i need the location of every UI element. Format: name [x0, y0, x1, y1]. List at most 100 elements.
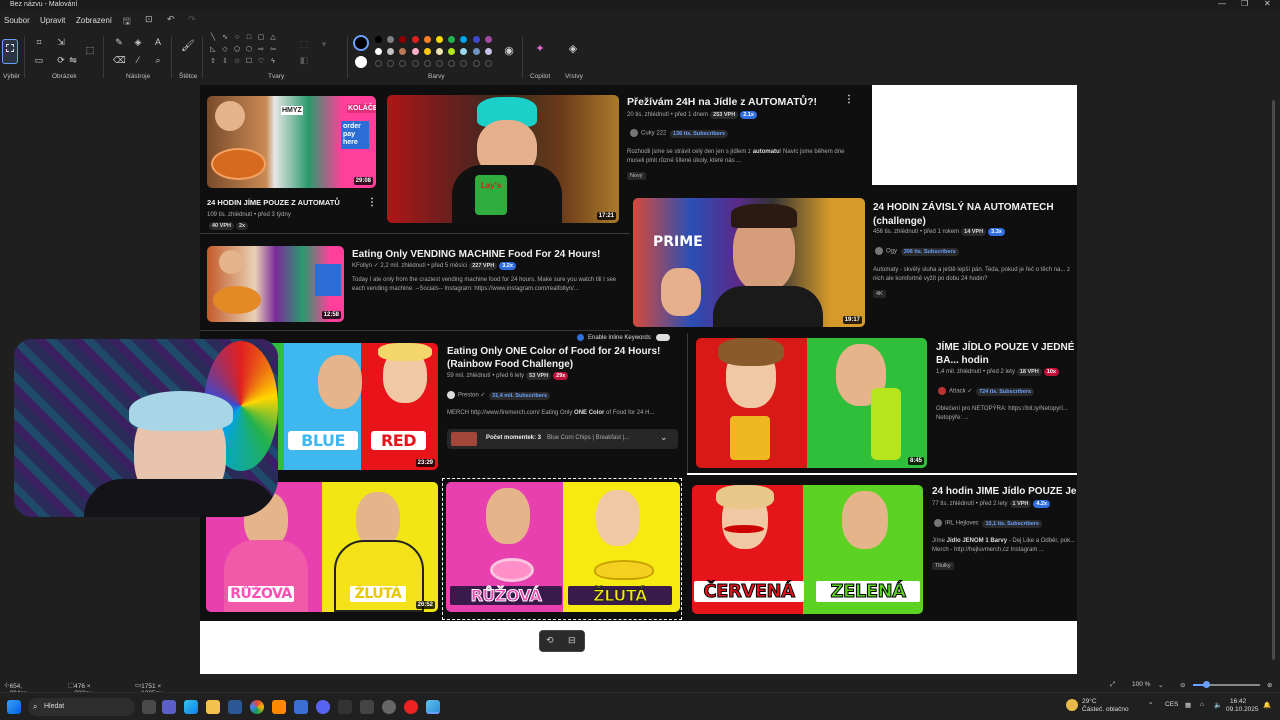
discord-icon[interactable]: [316, 700, 330, 714]
color-swatch[interactable]: [436, 48, 443, 55]
video-title[interactable]: JÍME JÍDLO POUZE V JEDNÉ BA... hodin: [936, 341, 1077, 367]
copilot-icon[interactable]: ✦: [534, 43, 546, 55]
video-title[interactable]: 24 hodin JÍME Jídlo POUZE Jedn...: [932, 486, 1077, 497]
clock-date[interactable]: 09.10.2025: [1226, 706, 1259, 713]
color-swatch[interactable]: [387, 48, 395, 55]
pentagon-shape-icon[interactable]: ⬠: [233, 46, 241, 54]
fill-icon[interactable]: ◈: [132, 36, 144, 48]
custom-color-slot[interactable]: [436, 60, 443, 67]
line-shape-icon[interactable]: ╲: [209, 34, 217, 42]
image-options-icon[interactable]: ⊟: [568, 635, 576, 646]
more-icon[interactable]: ⋮: [367, 197, 377, 208]
rotate-icon[interactable]: ⟳: [55, 54, 67, 66]
color-swatch[interactable]: [411, 48, 419, 55]
shape-dropdown-icon[interactable]: ▾: [318, 38, 330, 50]
color-swatch[interactable]: [460, 48, 468, 55]
custom-color-slot[interactable]: [375, 60, 382, 67]
custom-color-slot[interactable]: [411, 60, 419, 67]
custom-color-slot[interactable]: [399, 60, 407, 67]
color-swatch[interactable]: [484, 36, 492, 43]
rectangle-shape-icon[interactable]: □: [245, 34, 253, 42]
shield-icon[interactable]: [294, 700, 308, 714]
video-thumbnail[interactable]: HMYZ KOLÁČE order pay here 29:08: [207, 96, 376, 188]
color-swatch[interactable]: [399, 36, 407, 43]
custom-color-slot[interactable]: [423, 60, 431, 67]
custom-color-slot[interactable]: [448, 60, 456, 67]
lightning-shape-icon[interactable]: ϟ: [269, 58, 277, 66]
search-box[interactable]: ⌕ Hledat: [28, 698, 135, 716]
color-swatch[interactable]: [436, 36, 443, 43]
store-icon[interactable]: [228, 700, 242, 714]
zoom-level[interactable]: 100 %: [1132, 681, 1150, 688]
video-thumbnail[interactable]: 8:45: [696, 338, 927, 468]
video-title[interactable]: Eating Only ONE Color of Food for 24 Hou…: [447, 345, 677, 371]
eraser-icon[interactable]: ⌫: [113, 54, 126, 66]
terminal-icon[interactable]: [338, 700, 352, 714]
right-triangle-icon[interactable]: ◺: [209, 46, 217, 54]
color-swatch[interactable]: [472, 36, 480, 43]
menu-edit[interactable]: Upravit: [40, 16, 65, 25]
volume-icon[interactable]: 🔈: [1214, 701, 1222, 709]
paint-icon[interactable]: [426, 700, 440, 714]
task-view-icon[interactable]: [142, 700, 156, 714]
color-swatch[interactable]: [399, 48, 407, 55]
edit-colors-icon[interactable]: ◉: [503, 45, 515, 57]
resize-icon[interactable]: ⇲: [55, 36, 67, 48]
teams-icon[interactable]: [162, 700, 176, 714]
video-title[interactable]: Eating Only VENDING MACHINE Food For 24 …: [352, 249, 600, 260]
maximize-button[interactable]: ❐: [1241, 0, 1248, 8]
fit-icon[interactable]: ⤢: [1110, 681, 1115, 689]
shapes-gallery[interactable]: ╲ ∿ ○ □ ▢ △ ◺ ◇ ⬠ ⬡ ⇨ ⇦ ⇧ ⇩ ☆ ☐ ♡ ϟ: [209, 34, 289, 70]
magnifier-icon[interactable]: ⌕: [152, 54, 164, 66]
chevron-up-icon[interactable]: ⌃: [1148, 701, 1153, 709]
image-select-icon[interactable]: ⬚: [84, 44, 96, 56]
callout-shape-icon[interactable]: ☐: [245, 58, 253, 66]
color-palette[interactable]: [375, 36, 500, 72]
color-swatch[interactable]: [375, 36, 382, 43]
color-swatch[interactable]: [423, 48, 431, 55]
zoom-in-icon[interactable]: ⊕: [1267, 681, 1272, 689]
app-tray-icon[interactable]: ▦: [1185, 701, 1191, 709]
color-swatch[interactable]: [472, 48, 480, 55]
crop-icon[interactable]: ⌗: [33, 36, 45, 48]
app-icon[interactable]: [360, 700, 374, 714]
channel-info[interactable]: Ogy 306 tis. Subscribers: [875, 247, 959, 256]
diamond-shape-icon[interactable]: ◇: [221, 46, 229, 54]
color-swatch[interactable]: [375, 48, 382, 55]
close-button[interactable]: ✕: [1264, 0, 1271, 8]
hexagon-shape-icon[interactable]: ⬡: [245, 46, 253, 54]
zoom-slider[interactable]: [1193, 681, 1260, 688]
video-thumbnail[interactable]: ČERVENÁ ZELENÁ: [692, 485, 923, 614]
background-icon[interactable]: ▭: [33, 54, 45, 66]
custom-color-slot[interactable]: [460, 60, 468, 67]
key-moments[interactable]: Počet momentek: 3 Blue Corn Chips | Brea…: [447, 429, 678, 449]
chevron-down-icon[interactable]: ⌄: [1158, 681, 1163, 689]
video-title[interactable]: 24 HODIN ZÁVISLÝ NA AUTOMATECH (challeng…: [873, 201, 1073, 229]
color-swatch[interactable]: [411, 36, 419, 43]
channel-info[interactable]: Preston ✓ 31,4 mil. Subscribers: [447, 391, 551, 400]
arrow-left-icon[interactable]: ⇦: [269, 46, 277, 54]
color-swatch[interactable]: [387, 36, 395, 43]
notification-icon[interactable]: 🔔: [1263, 701, 1271, 709]
more-icon[interactable]: ⋮: [844, 94, 854, 105]
layers-icon[interactable]: ◈: [567, 43, 579, 55]
color-swatch[interactable]: [448, 36, 456, 43]
selection-rectangle[interactable]: [442, 478, 682, 620]
zoom-out-icon[interactable]: ⊖: [1180, 681, 1185, 689]
vertical-scrollbar[interactable]: [1270, 85, 1276, 675]
undo-icon[interactable]: ↶: [167, 14, 175, 25]
text-icon[interactable]: A: [152, 36, 164, 48]
video-title[interactable]: 24 HODIN JÍME POUZE Z AUTOMATŮ: [207, 198, 340, 207]
redo-icon[interactable]: ↷: [188, 14, 196, 25]
channel-info[interactable]: Cuky 222 136 tis. Subscribers: [630, 129, 729, 138]
video-title[interactable]: Přežívám 24H na Jídle z AUTOMATŮ?!: [627, 96, 817, 108]
primary-color[interactable]: [353, 35, 369, 51]
chrome-icon[interactable]: [250, 700, 264, 714]
curve-shape-icon[interactable]: ∿: [221, 34, 229, 42]
channel-info[interactable]: IRL Hejlovec 15,1 tis. Subscribers: [934, 519, 1042, 528]
file-explorer-icon[interactable]: [206, 700, 220, 714]
inline-keywords-toggle[interactable]: Enable Inline Keywords: [577, 334, 671, 341]
color-swatch[interactable]: [460, 36, 468, 43]
language-indicator[interactable]: CES: [1165, 701, 1178, 708]
star-shape-icon[interactable]: ☆: [233, 58, 241, 66]
